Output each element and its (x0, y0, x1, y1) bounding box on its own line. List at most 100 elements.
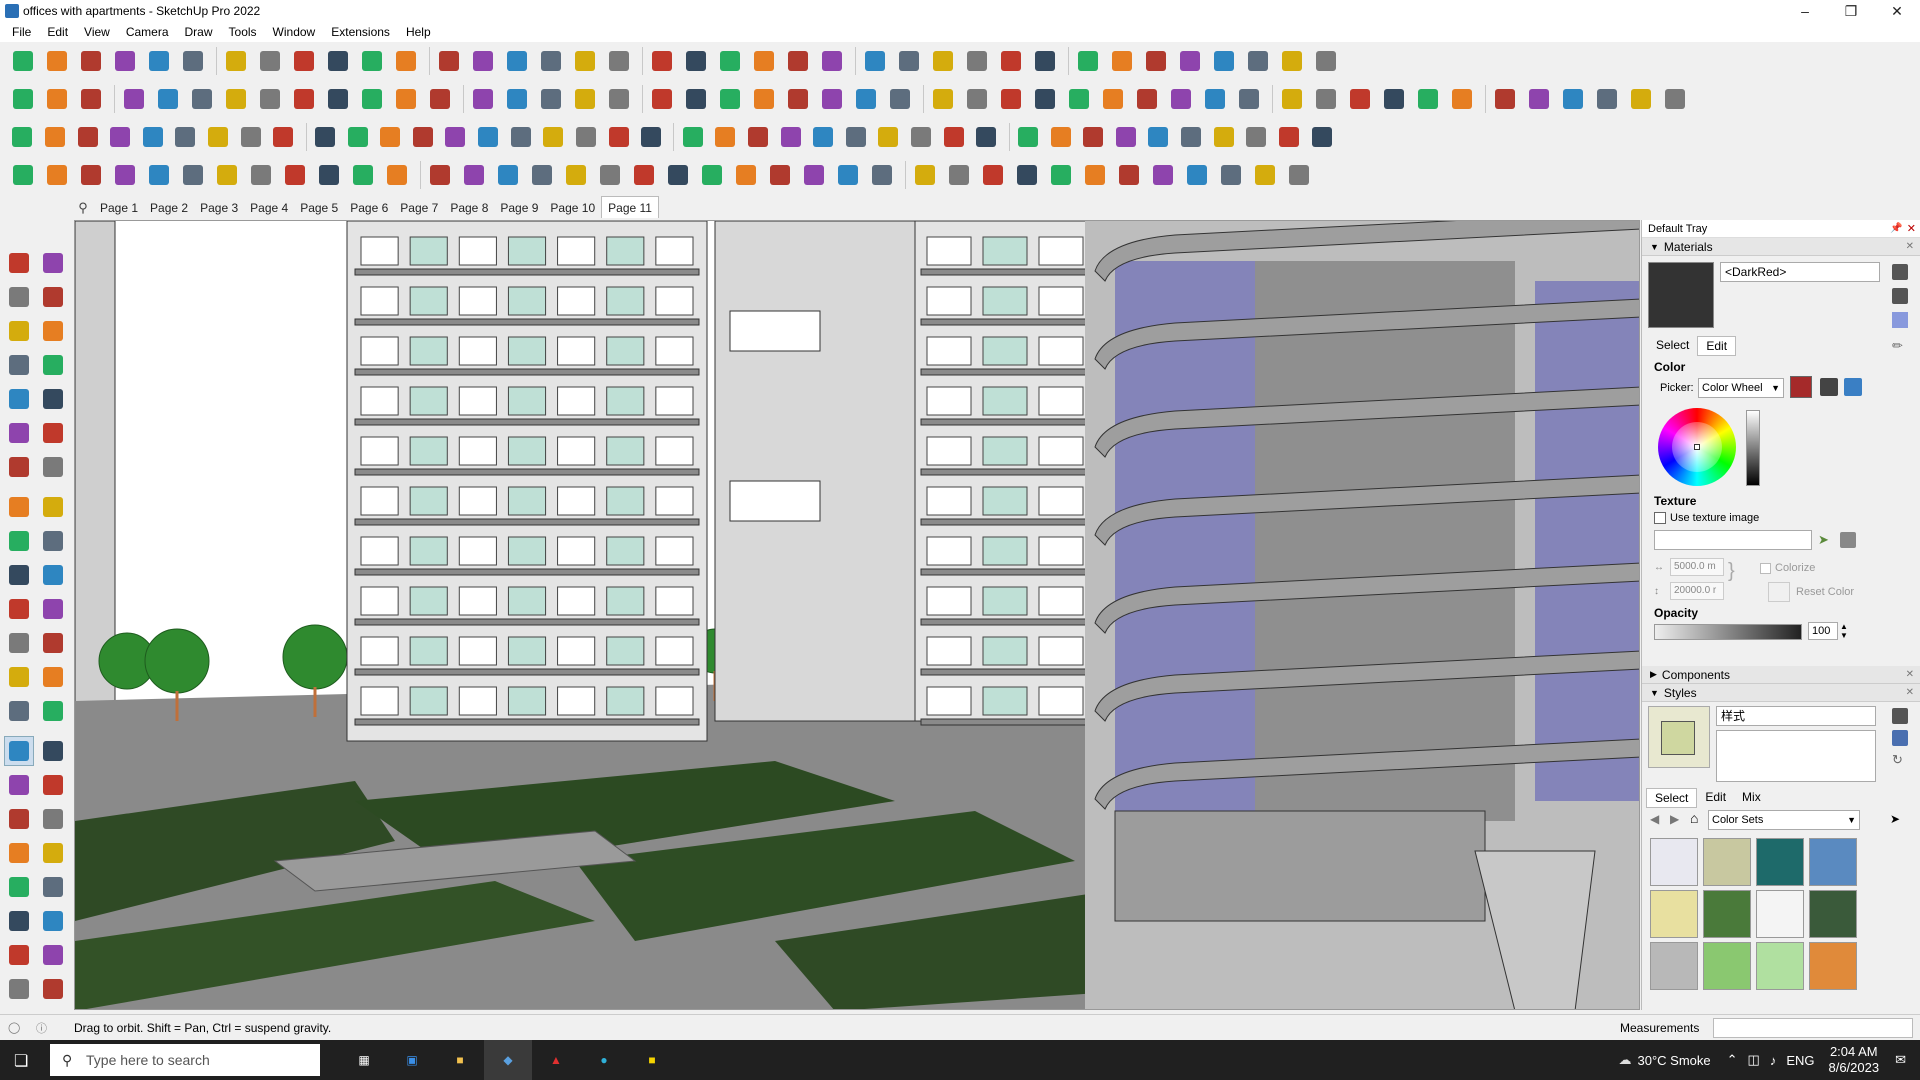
palette-tool-button[interactable] (4, 804, 34, 834)
menu-tools[interactable]: Tools (221, 25, 265, 39)
tool-button[interactable] (1242, 122, 1271, 152)
palette-tool-button[interactable] (38, 418, 68, 448)
tool-button[interactable] (1141, 46, 1171, 76)
style-thumbnail-item[interactable] (1650, 942, 1698, 990)
menu-draw[interactable]: Draw (177, 25, 221, 39)
tab-styles-select[interactable]: Select (1646, 788, 1698, 808)
palette-tool-button[interactable] (38, 492, 68, 522)
tool-button[interactable] (637, 122, 666, 152)
weather-text[interactable]: 30°C Smoke (1637, 1053, 1710, 1068)
tool-button[interactable] (8, 122, 37, 152)
tool-button[interactable] (382, 160, 412, 190)
tool-button[interactable] (715, 84, 745, 114)
tool-button[interactable] (8, 46, 38, 76)
scene-search-icon[interactable]: ⚲ (72, 198, 94, 218)
tool-button[interactable] (73, 122, 102, 152)
palette-tool-button[interactable] (38, 770, 68, 800)
tool-button[interactable] (110, 46, 140, 76)
style-thumbnail-item[interactable] (1756, 890, 1804, 938)
lock-aspect-icon[interactable]: } (1728, 560, 1735, 583)
tool-button[interactable] (996, 84, 1026, 114)
tool-button[interactable] (1132, 84, 1162, 114)
palette-tool-button[interactable] (4, 316, 34, 346)
palette-tool-button[interactable] (38, 804, 68, 834)
tool-button[interactable] (944, 160, 974, 190)
tool-button[interactable] (1558, 84, 1588, 114)
tool-button[interactable] (1626, 84, 1656, 114)
tool-button[interactable] (962, 46, 992, 76)
texture-path-field[interactable] (1654, 530, 1812, 550)
tool-button[interactable] (425, 160, 455, 190)
use-texture-checkbox[interactable] (1654, 512, 1666, 524)
tool-button[interactable] (907, 122, 936, 152)
tool-button[interactable] (874, 122, 903, 152)
tool-button[interactable] (1012, 160, 1042, 190)
tool-button[interactable] (187, 84, 217, 114)
tool-button[interactable] (842, 122, 871, 152)
tool-button[interactable] (106, 122, 135, 152)
tool-button[interactable] (749, 84, 779, 114)
tool-button[interactable] (604, 122, 633, 152)
tab-materials-select[interactable]: Select (1648, 336, 1698, 356)
tool-button[interactable] (76, 160, 106, 190)
tool-button[interactable] (744, 122, 773, 152)
tool-button[interactable] (502, 84, 532, 114)
tray-close-icon[interactable]: ✕ (1907, 222, 1916, 235)
tool-button[interactable] (1277, 84, 1307, 114)
volume-icon[interactable]: ♪ (1770, 1053, 1777, 1068)
palette-tool-button[interactable] (4, 662, 34, 692)
palette-tool-button[interactable] (38, 248, 68, 278)
tool-button[interactable] (1014, 122, 1043, 152)
menu-help[interactable]: Help (398, 25, 439, 39)
edit-texture-icon[interactable] (1840, 532, 1856, 548)
tool-button[interactable] (928, 46, 958, 76)
match-screen-color-icon[interactable] (1844, 378, 1862, 396)
tool-button[interactable] (833, 160, 863, 190)
style-thumbnail-item[interactable] (1650, 838, 1698, 886)
tool-button[interactable] (502, 46, 532, 76)
match-model-color-icon[interactable] (1820, 378, 1838, 396)
style-collection-select[interactable]: Color Sets ▼ (1708, 810, 1860, 830)
tool-button[interactable] (236, 122, 265, 152)
materials-panel-header[interactable]: ▼ Materials ✕ (1642, 238, 1920, 256)
palette-tool-button[interactable] (4, 736, 34, 766)
refresh-icon[interactable]: ↻ (1892, 752, 1908, 768)
tool-button[interactable] (178, 46, 208, 76)
tool-button[interactable] (776, 122, 805, 152)
forward-icon[interactable]: ▶ (1670, 812, 1679, 826)
materials-close-icon[interactable]: ✕ (1906, 241, 1914, 252)
create-style-icon[interactable] (1892, 708, 1908, 724)
tool-button[interactable] (8, 84, 38, 114)
palette-tool-button[interactable] (38, 974, 68, 1004)
network-icon[interactable]: ◫ (1748, 1052, 1760, 1068)
tool-button[interactable] (910, 160, 940, 190)
tool-button[interactable] (1175, 46, 1205, 76)
tool-button[interactable] (1311, 84, 1341, 114)
tool-button[interactable] (817, 84, 847, 114)
tool-button[interactable] (246, 160, 276, 190)
tool-button[interactable] (153, 84, 183, 114)
tab-page-10[interactable]: Page 10 (544, 198, 601, 218)
tool-button[interactable] (1216, 160, 1246, 190)
paint-bucket-icon[interactable] (1892, 288, 1908, 304)
tool-button[interactable] (681, 46, 711, 76)
palette-tool-button[interactable] (4, 594, 34, 624)
tool-button[interactable] (1144, 122, 1173, 152)
task-view-icon[interactable]: ▦ (340, 1040, 388, 1080)
material-name-field[interactable]: <DarkRed> (1720, 262, 1880, 282)
tool-button[interactable] (468, 84, 498, 114)
tool-button[interactable] (817, 46, 847, 76)
browse-folder-icon[interactable]: ➤ (1818, 532, 1834, 548)
palette-tool-button[interactable] (38, 872, 68, 902)
style-thumbnail-item[interactable] (1809, 890, 1857, 938)
tool-button[interactable] (280, 160, 310, 190)
style-thumbnail-item[interactable] (1756, 942, 1804, 990)
tab-page-5[interactable]: Page 5 (294, 198, 344, 218)
tool-button[interactable] (144, 160, 174, 190)
tool-button[interactable] (41, 122, 70, 152)
file-explorer-icon[interactable]: ■ (436, 1040, 484, 1080)
tab-page-6[interactable]: Page 6 (344, 198, 394, 218)
eyedropper-icon[interactable]: ✏ (1892, 338, 1908, 354)
tool-button[interactable] (1311, 46, 1341, 76)
geo-location-icon[interactable]: ◯ (8, 1021, 20, 1034)
